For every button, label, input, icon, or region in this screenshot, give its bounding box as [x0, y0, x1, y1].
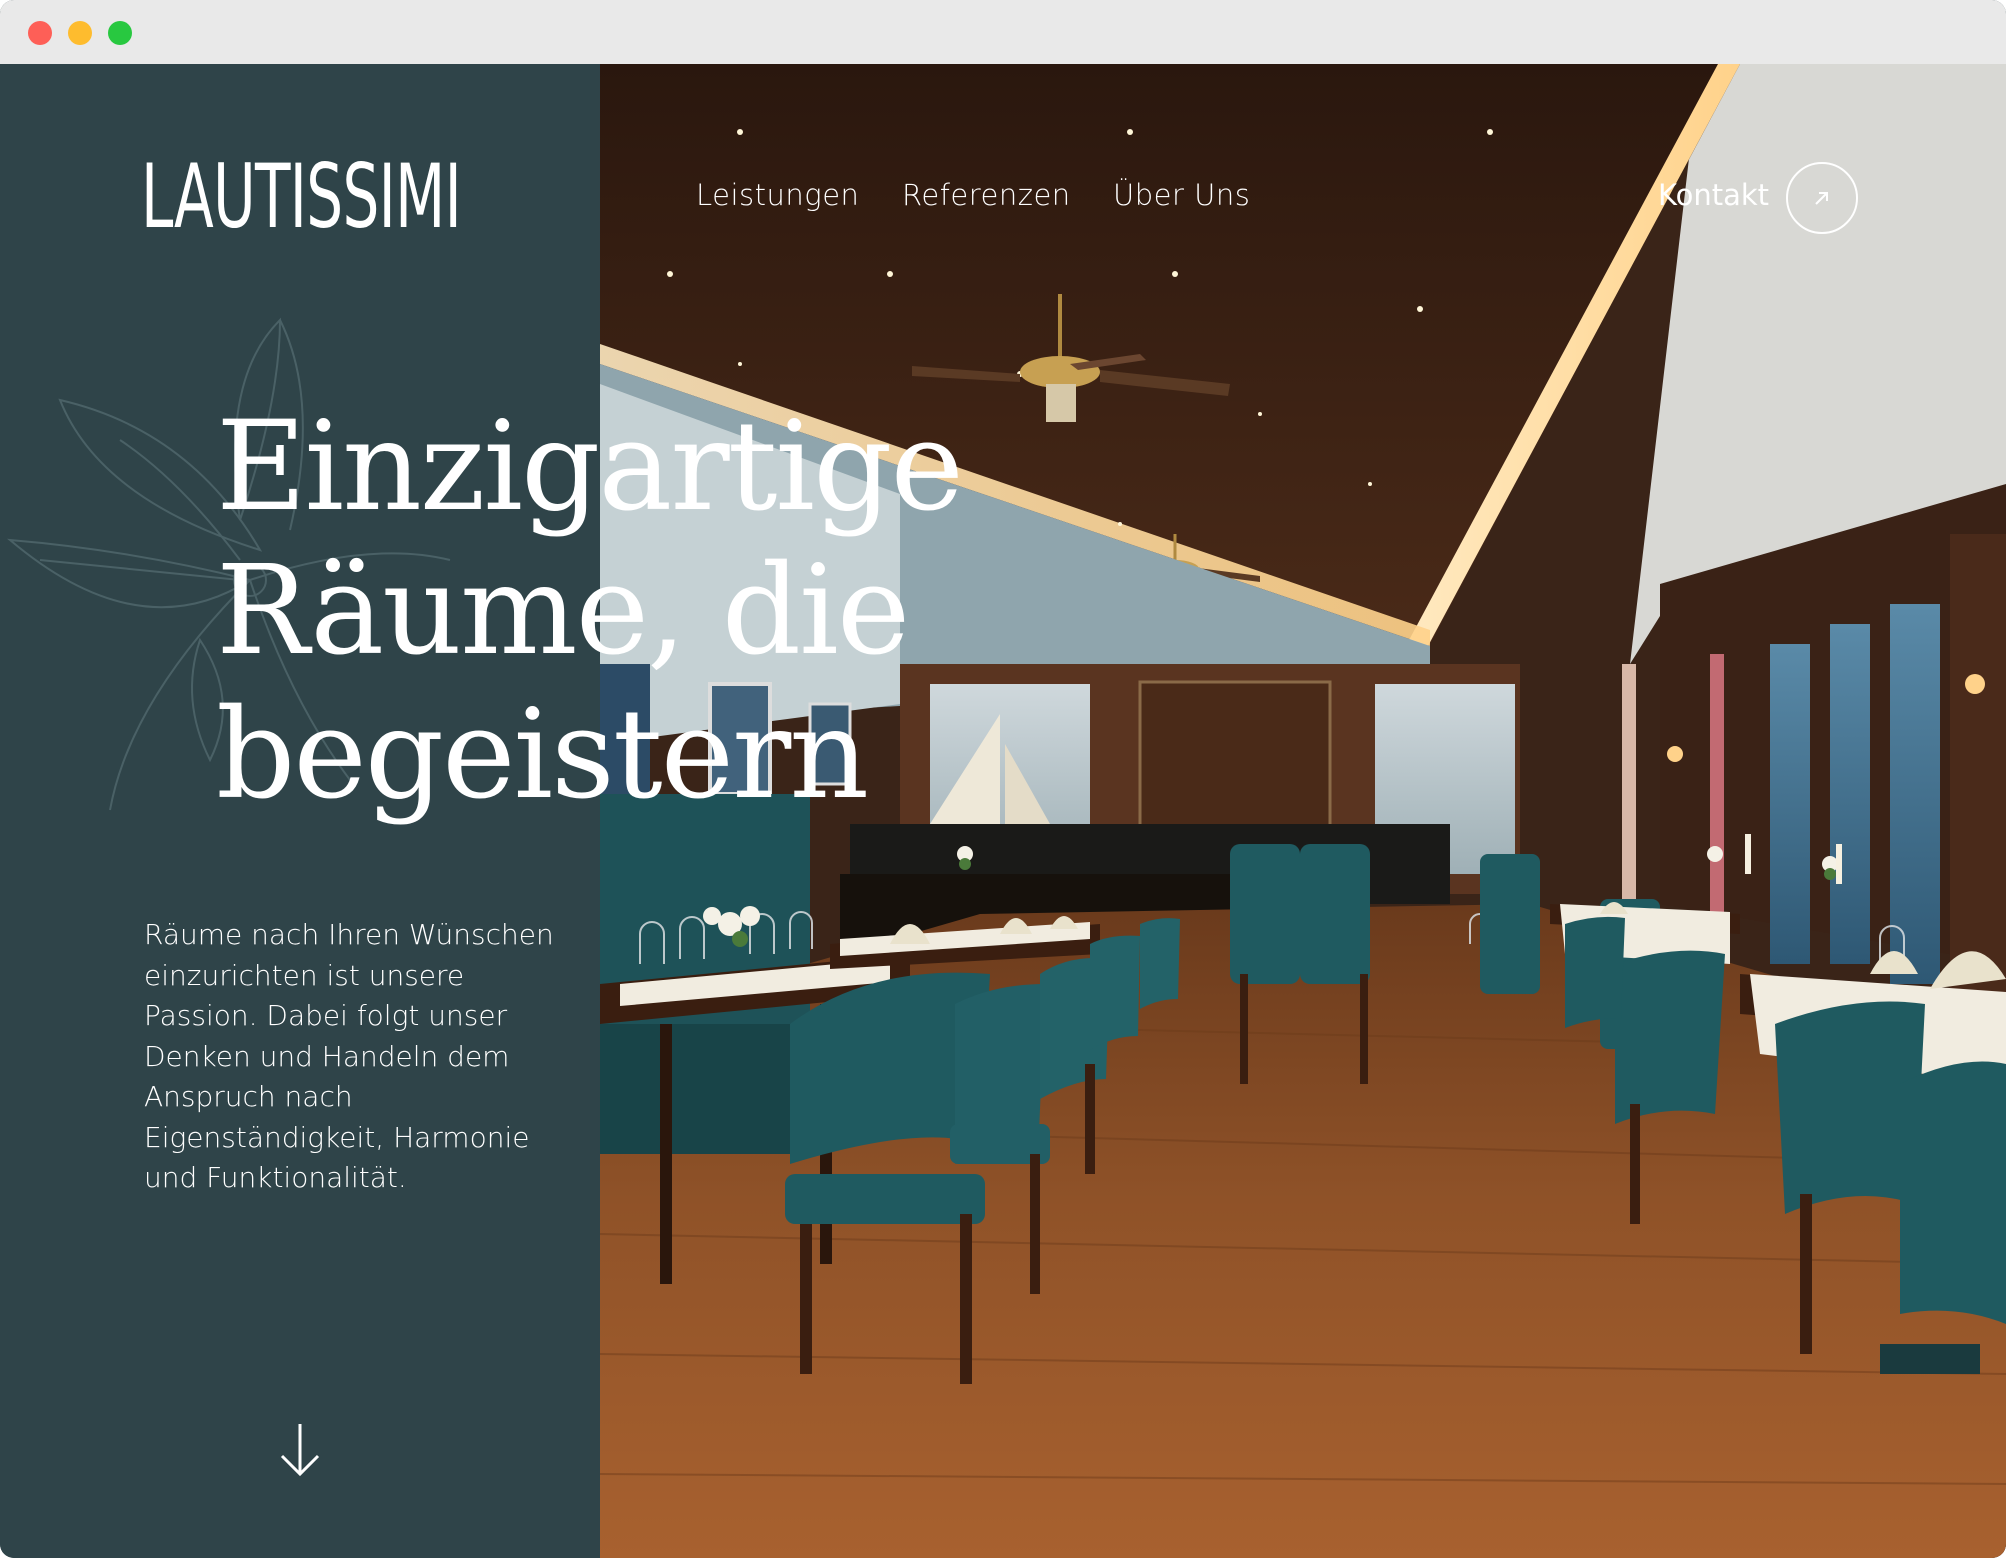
nav-link-referenzen[interactable]: Referenzen [902, 178, 1071, 212]
arrow-up-right-icon [1815, 192, 1828, 205]
nav-link-leistungen[interactable]: Leistungen [696, 178, 859, 212]
maximize-window-button[interactable] [108, 21, 132, 45]
hero-headline-line: begeistern [216, 683, 869, 827]
hero-lead-text: Räume nach Ihren Wünschen einzurichten i… [144, 918, 554, 1194]
browser-window: LAUTISSIMI Leistungen Referenzen Über Un… [0, 0, 2006, 1558]
minimize-window-button[interactable] [68, 21, 92, 45]
contact-button[interactable] [1786, 162, 1858, 234]
window-titlebar [0, 0, 2006, 65]
hero-headline-line: Räume, die [216, 539, 910, 683]
hero-headline: Einzigartige Räume, die begeistern [216, 395, 1036, 827]
arrow-down-icon[interactable] [276, 1420, 324, 1480]
nav-link-ueber-uns[interactable]: Über Uns [1113, 178, 1250, 212]
close-window-button[interactable] [28, 21, 52, 45]
brand-logo[interactable]: LAUTISSIMI [141, 152, 462, 242]
hero-headline-line: Einzigartige [216, 395, 964, 539]
contact-link[interactable]: Kontakt [1658, 178, 1769, 212]
